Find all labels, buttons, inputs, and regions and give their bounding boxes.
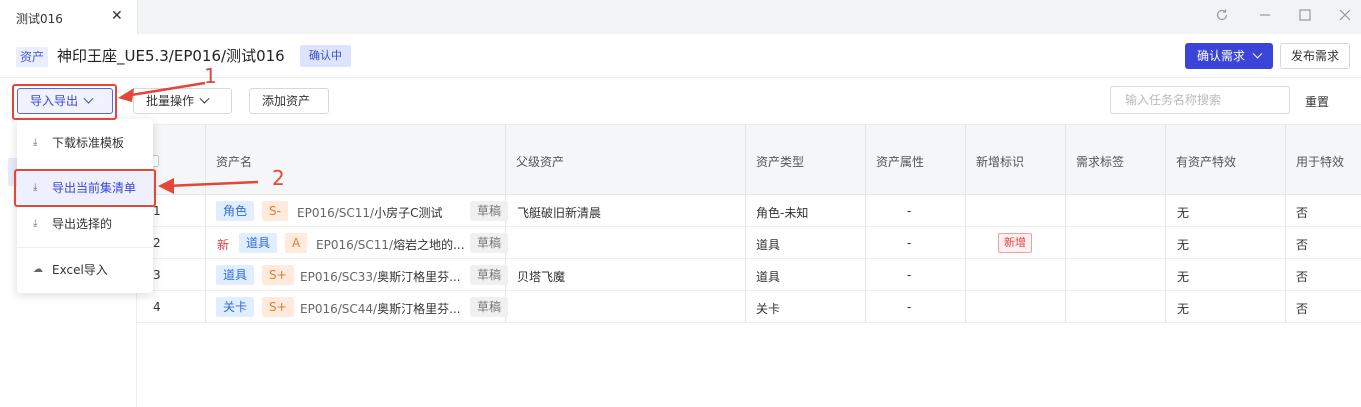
step-number: 2 (272, 166, 285, 190)
step-number: 1 (204, 64, 217, 88)
annotation-arrows (118, 81, 259, 194)
